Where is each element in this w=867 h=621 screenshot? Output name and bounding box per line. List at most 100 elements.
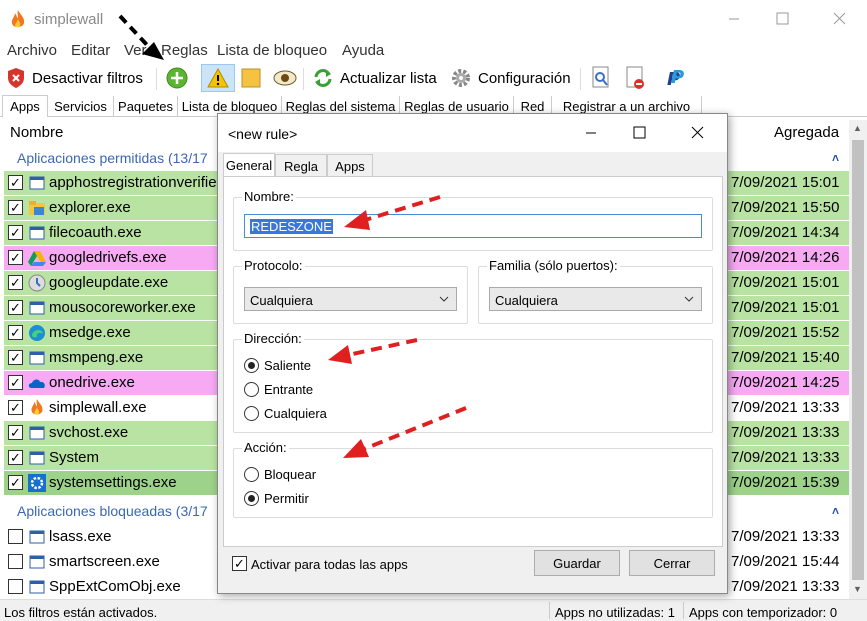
view-log-button[interactable]	[273, 64, 297, 92]
protocol-value: Cualquiera	[250, 293, 313, 308]
tab-apps[interactable]: Apps	[2, 95, 48, 117]
added-date: 7/09/2021 15:01	[731, 174, 840, 191]
protocol-label: Protocolo:	[242, 258, 305, 273]
scrollbar-thumb[interactable]	[852, 140, 864, 580]
row-checkbox[interactable]	[8, 579, 23, 594]
settings-button[interactable]: Configuración	[450, 64, 571, 92]
dialog-title-bar: <new rule>	[218, 114, 727, 152]
maximize-button[interactable]	[758, 0, 806, 38]
menu-ayuda[interactable]: Ayuda	[342, 42, 384, 59]
column-header-name[interactable]: Nombre	[10, 124, 63, 141]
direction-group: Dirección: Saliente Entrante Cualquiera	[233, 331, 713, 433]
checkbox-checked-icon: ✓	[232, 556, 247, 571]
menu-archivo[interactable]: Archivo	[7, 42, 57, 59]
dialog-minimize-button[interactable]	[568, 114, 614, 152]
close-button[interactable]	[815, 0, 863, 38]
note-icon	[241, 68, 261, 88]
family-select[interactable]: Cualquiera	[489, 287, 702, 311]
svg-text:P: P	[671, 67, 684, 88]
row-checkbox[interactable]: ✓	[8, 425, 23, 440]
row-checkbox[interactable]: ✓	[8, 375, 23, 390]
log-button[interactable]	[240, 64, 264, 92]
protocol-select[interactable]: Cualquiera	[244, 287, 457, 311]
gear-icon	[28, 474, 46, 492]
app-window-icon	[29, 301, 45, 315]
name-value: REDESZONE	[250, 219, 333, 234]
toolbar: Desactivar filtros Actualizar lista Conf…	[0, 64, 867, 94]
row-checkbox[interactable]: ✓	[8, 325, 23, 340]
row-checkbox[interactable]: ✓	[8, 350, 23, 365]
name-group: Nombre: REDESZONE	[233, 189, 713, 251]
minimize-button[interactable]	[710, 0, 758, 38]
paypal-icon: PP	[667, 67, 684, 89]
row-checkbox[interactable]: ✓	[8, 175, 23, 190]
menu-editar[interactable]: Editar	[71, 42, 110, 59]
row-checkbox[interactable]	[8, 554, 23, 569]
tab-regla[interactable]: Regla	[275, 154, 327, 177]
added-date: 7/09/2021 15:50	[731, 199, 840, 216]
row-checkbox[interactable]: ✓	[8, 400, 23, 415]
tab-paquetes[interactable]: Paquetes	[114, 96, 178, 117]
donate-button[interactable]: PP	[666, 64, 690, 92]
added-date: 7/09/2021 15:44	[731, 553, 840, 570]
minimize-icon	[586, 132, 596, 134]
row-checkbox[interactable]	[8, 529, 23, 544]
column-header-added[interactable]: Agregada	[774, 124, 839, 141]
search-log-button[interactable]	[590, 64, 614, 92]
radio-label: Saliente	[264, 358, 311, 373]
added-date: 7/09/2021 13:33	[731, 424, 840, 441]
folder-icon	[29, 201, 45, 215]
row-checkbox[interactable]: ✓	[8, 300, 23, 315]
blocked-group-label: Aplicaciones bloqueadas (3/17	[17, 503, 208, 519]
cancel-button[interactable]: Cerrar	[629, 550, 715, 576]
radio-label: Cualquiera	[264, 406, 327, 421]
radio-icon	[244, 382, 259, 397]
added-date: 7/09/2021 13:33	[731, 449, 840, 466]
row-checkbox[interactable]: ✓	[8, 200, 23, 215]
menu-reglas[interactable]: Reglas	[161, 42, 208, 59]
chevron-down-icon	[684, 296, 694, 302]
dialog-close-button[interactable]	[674, 114, 720, 152]
add-rule-button[interactable]	[166, 64, 190, 92]
row-checkbox[interactable]: ✓	[8, 450, 23, 465]
app-name: SppExtComObj.exe	[49, 578, 181, 595]
collapse-icon[interactable]: ˄	[832, 151, 839, 165]
collapse-icon[interactable]: ˄	[832, 504, 839, 518]
scroll-up-icon[interactable]: ▲	[853, 123, 862, 133]
radio-label: Bloquear	[264, 467, 317, 482]
onedrive-icon	[28, 379, 45, 388]
app-name: msedge.exe	[49, 324, 131, 341]
tab-apps[interactable]: Apps	[327, 154, 373, 177]
vertical-scrollbar[interactable]: ▲ ▼	[849, 120, 867, 599]
app-name: svchost.exe	[49, 424, 129, 441]
maximize-icon	[776, 12, 789, 25]
menu-ver[interactable]: Ver	[124, 42, 147, 59]
save-button[interactable]: Guardar	[534, 550, 620, 576]
chevron-down-icon	[439, 296, 449, 302]
app-name: explorer.exe	[49, 199, 131, 216]
disable-filters-button[interactable]: Desactivar filtros	[6, 64, 143, 92]
tab-servicios[interactable]: Servicios	[48, 96, 114, 117]
row-checkbox[interactable]: ✓	[8, 250, 23, 265]
menu-bar: Archivo Editar Ver Reglas Lista de bloqu…	[0, 40, 867, 62]
row-checkbox[interactable]: ✓	[8, 475, 23, 490]
row-checkbox[interactable]: ✓	[8, 225, 23, 240]
apply-all-label: Activar para todas las apps	[251, 557, 408, 572]
app-window-icon	[29, 426, 45, 440]
tab-general[interactable]: General	[223, 153, 275, 178]
menu-lista-de-bloqueo[interactable]: Lista de bloqueo	[217, 42, 327, 59]
scroll-down-icon[interactable]: ▼	[853, 584, 862, 594]
title-bar: simplewall	[0, 0, 867, 38]
google-drive-icon	[28, 251, 46, 266]
status-divider	[549, 602, 550, 619]
clear-log-button[interactable]	[624, 64, 648, 92]
app-name: lsass.exe	[49, 528, 112, 545]
dialog-maximize-button[interactable]	[616, 114, 662, 152]
name-field[interactable]: REDESZONE	[244, 214, 702, 238]
radio-label: Permitir	[264, 491, 309, 506]
refresh-button[interactable]: Actualizar lista	[312, 64, 437, 92]
row-checkbox[interactable]: ✓	[8, 275, 23, 290]
app-name: googleupdate.exe	[49, 274, 169, 291]
app-window-icon	[29, 580, 45, 594]
notifications-toggle-button[interactable]	[201, 64, 235, 92]
